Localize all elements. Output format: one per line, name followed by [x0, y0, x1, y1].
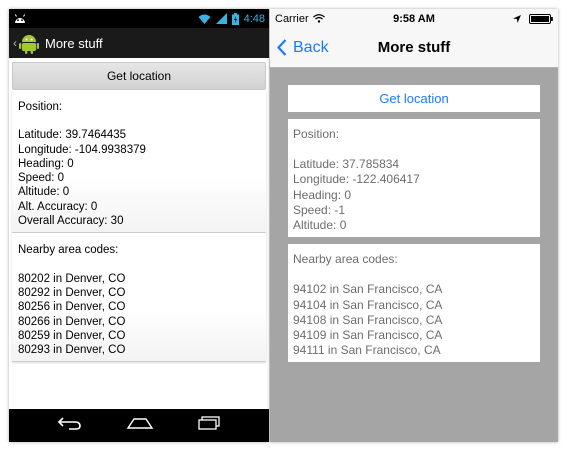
- position-header: Position:: [18, 101, 63, 113]
- area-codes-header: Nearby area codes:: [18, 244, 119, 257]
- ios-back-button[interactable]: Back: [277, 28, 329, 67]
- area-codes-header: Nearby area codes:: [293, 252, 398, 267]
- area-code-item: 94104 in San Francisco, CA: [293, 297, 443, 312]
- position-speed: Speed: -1: [293, 202, 346, 217]
- android-get-location-button[interactable]: Get location: [12, 62, 266, 90]
- area-code-item: 80292 in Denver, CO: [18, 286, 126, 299]
- area-code-item: 80266 in Denver, CO: [18, 315, 126, 328]
- android-status-time: 4:48: [243, 12, 265, 25]
- position-heading: Heading: 0: [18, 157, 74, 170]
- position-alt-accuracy: Alt. Accuracy: 0: [18, 200, 98, 213]
- signal-icon: [215, 13, 227, 24]
- ios-status-time: 9:58 AM: [393, 12, 435, 25]
- ios-screen: Carrier 9:58 AM Back More stuff Get loca…: [270, 9, 558, 442]
- area-code-item: 94108 in San Francisco, CA: [293, 312, 443, 327]
- android-robot-icon: [13, 13, 27, 24]
- ios-back-label: Back: [293, 38, 329, 56]
- area-code-item: 94109 in San Francisco, CA: [293, 328, 443, 343]
- android-nav-bar: [9, 409, 269, 442]
- area-code-item: 94111 in San Francisco, CA: [293, 343, 441, 358]
- android-status-bar: 4:48: [9, 9, 269, 28]
- home-nav-icon[interactable]: [126, 416, 154, 435]
- area-code-item: 80293 in Denver, CO: [18, 344, 126, 357]
- area-code-item: 94102 in San Francisco, CA: [293, 282, 443, 297]
- area-code-item: 80256 in Denver, CO: [18, 301, 126, 314]
- position-longitude: Longitude: -122.406417: [293, 172, 420, 187]
- android-content: Get location Position: Latitude: 39.7464…: [9, 58, 269, 409]
- android-area-codes-section: Nearby area codes: 80202 in Denver, CO 8…: [12, 233, 266, 363]
- position-header: Position:: [293, 127, 340, 141]
- position-latitude: Latitude: 37.785834: [293, 157, 400, 172]
- area-code-item: 80202 in Denver, CO: [18, 272, 126, 285]
- position-longitude: Longitude: -104.9938379: [18, 143, 146, 156]
- recent-apps-nav-icon[interactable]: [197, 416, 221, 435]
- position-latitude: Latitude: 39.7464435: [18, 129, 127, 142]
- area-code-item: 80259 in Denver, CO: [18, 329, 126, 342]
- position-overall-accuracy: Overall Accuracy: 30: [18, 215, 124, 228]
- position-heading: Heading: 0: [293, 187, 352, 202]
- ios-content: Get location Position: Latitude: 37.7858…: [270, 68, 558, 363]
- ios-position-section: Position: Latitude: 37.785834 Longitude:…: [288, 119, 540, 238]
- position-altitude: Altitude: 0: [18, 186, 70, 199]
- back-nav-icon[interactable]: [57, 416, 83, 435]
- wifi-icon: [198, 14, 211, 24]
- ios-navigation-bar: Back More stuff: [270, 28, 558, 68]
- ios-get-location-button[interactable]: Get location: [288, 85, 540, 112]
- ios-status-bar: Carrier 9:58 AM: [270, 9, 558, 28]
- position-altitude: Altitude: 0: [293, 218, 347, 233]
- chevron-left-icon: [277, 39, 287, 56]
- battery-icon: [231, 12, 239, 25]
- up-caret-icon[interactable]: ‹: [13, 36, 17, 50]
- android-action-bar: ‹ More stuff: [9, 28, 269, 58]
- android-position-section: Position: Latitude: 39.7464435 Longitude…: [12, 90, 266, 234]
- app-icon[interactable]: [19, 32, 39, 54]
- ios-area-codes-section: Nearby area codes: 94102 in San Francisc…: [288, 244, 540, 363]
- android-screen: 4:48 ‹ More stuff Get location Position:…: [9, 9, 269, 442]
- position-speed: Speed: 0: [18, 172, 65, 185]
- android-page-title: More stuff: [45, 35, 103, 51]
